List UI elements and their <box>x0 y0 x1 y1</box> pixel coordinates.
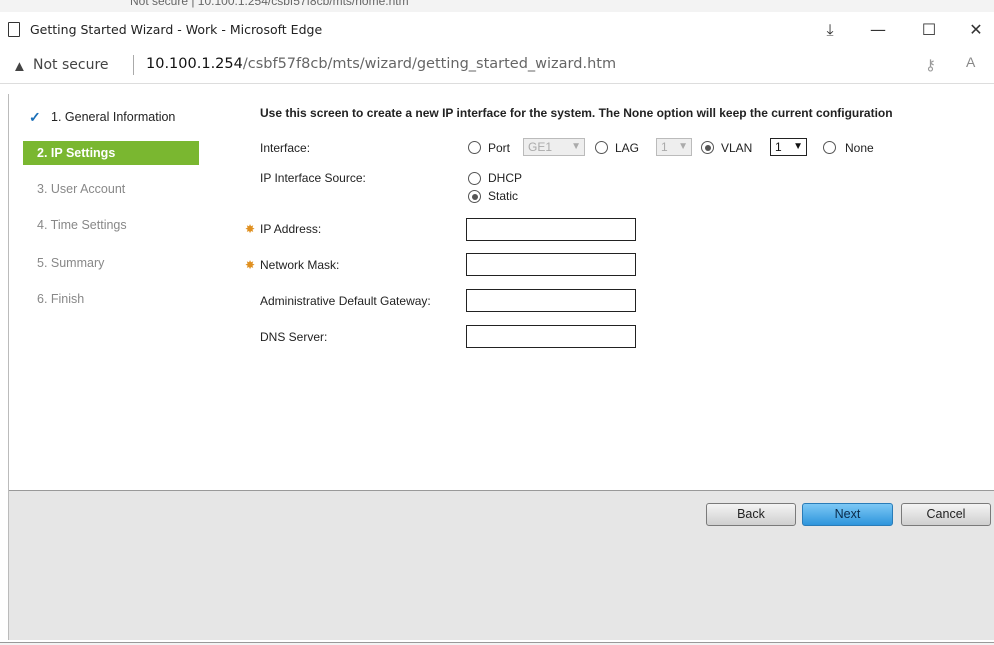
network-mask-input[interactable] <box>466 253 636 276</box>
network-mask-label: Network Mask: <box>260 258 340 272</box>
lag-select-value: 1 <box>661 140 668 154</box>
step-label: 6. Finish <box>37 292 85 306</box>
chevron-down-icon: ▼ <box>793 141 803 152</box>
intro-text: Use this screen to create a new IP inter… <box>260 106 893 120</box>
address-bar: ▲ Not secure 10.100.1.254/csbf57f8cb/mts… <box>0 48 994 84</box>
page-icon <box>8 22 20 37</box>
step-label: 1. General Information <box>51 110 176 124</box>
url-field[interactable]: 10.100.1.254/csbf57f8cb/mts/wizard/getti… <box>146 56 616 72</box>
wizard-steps-sidebar: ✓ 1. General Information 2. IP Settings … <box>9 94 229 490</box>
step-user-account: 3. User Account <box>23 177 199 201</box>
chevron-down-icon: ▼ <box>571 141 581 152</box>
chevron-down-icon: ▼ <box>678 141 688 152</box>
interface-label: Interface: <box>260 141 311 155</box>
step-label: 5. Summary <box>37 256 105 270</box>
ip-address-label: IP Address: <box>260 222 322 236</box>
port-select-value: GE1 <box>528 140 553 154</box>
url-path: /csbf57f8cb/mts/wizard/getting_started_w… <box>242 56 617 72</box>
download-icon[interactable]: ⤓ <box>816 20 844 42</box>
static-label: Static <box>488 189 519 203</box>
source-label: IP Interface Source: <box>260 171 366 185</box>
window-title-bar: Getting Started Wizard - Work - Microsof… <box>0 12 994 48</box>
key-icon[interactable]: ⚷ <box>925 56 936 74</box>
background-tab-strip: Not secure | 10.100.1.254/csbf57f8cb/mts… <box>0 0 994 12</box>
not-secure-label[interactable]: Not secure <box>33 57 109 73</box>
step-time-settings: 4. Time Settings <box>23 213 199 237</box>
page-content: ✓ 1. General Information 2. IP Settings … <box>0 84 994 645</box>
ip-address-input[interactable] <box>466 218 636 241</box>
step-summary: 5. Summary <box>23 251 199 275</box>
vlan-label: VLAN <box>721 141 753 155</box>
next-button[interactable]: Next <box>802 503 893 526</box>
step-ip-settings[interactable]: 2. IP Settings <box>23 141 199 165</box>
dns-server-input[interactable] <box>466 325 636 348</box>
vlan-radio[interactable] <box>701 141 714 154</box>
port-label: Port <box>488 141 511 155</box>
lag-radio[interactable] <box>595 141 608 154</box>
lag-label: LAG <box>615 141 640 155</box>
close-button[interactable]: ✕ <box>962 20 990 42</box>
none-label: None <box>845 141 874 155</box>
lag-select: 1 ▼ <box>656 138 692 156</box>
static-radio[interactable] <box>468 190 481 203</box>
none-radio[interactable] <box>823 141 836 154</box>
minimize-button[interactable]: — <box>864 20 892 42</box>
checkmark-icon: ✓ <box>29 109 41 125</box>
step-finish: 6. Finish <box>23 287 199 311</box>
cancel-button[interactable]: Cancel <box>901 503 991 526</box>
read-aloud-icon[interactable]: A <box>966 54 975 70</box>
required-icon: ✸ <box>245 258 256 272</box>
window-title: Getting Started Wizard - Work - Microsof… <box>30 22 323 37</box>
address-separator <box>133 55 134 75</box>
port-select: GE1 ▼ <box>523 138 585 156</box>
step-label: 4. Time Settings <box>37 218 127 232</box>
vlan-select-value: 1 <box>775 140 782 154</box>
step-label: 2. IP Settings <box>37 146 116 160</box>
wizard-panel: ✓ 1. General Information 2. IP Settings … <box>8 94 994 640</box>
background-tab-text: Not secure | 10.100.1.254/csbf57f8cb/mts… <box>130 0 409 8</box>
step-label: 3. User Account <box>37 182 126 196</box>
url-host: 10.100.1.254 <box>146 56 243 72</box>
gateway-input[interactable] <box>466 289 636 312</box>
warning-icon[interactable]: ▲ <box>12 58 27 75</box>
port-radio[interactable] <box>468 141 481 154</box>
vlan-select[interactable]: 1 ▼ <box>770 138 807 156</box>
dhcp-radio[interactable] <box>468 172 481 185</box>
required-icon: ✸ <box>245 222 256 236</box>
wizard-footer: Back Next Cancel <box>9 490 994 640</box>
back-button[interactable]: Back <box>706 503 796 526</box>
step-general-information[interactable]: ✓ 1. General Information <box>23 105 199 129</box>
dns-label: DNS Server: <box>260 330 328 344</box>
dhcp-label: DHCP <box>488 171 523 185</box>
maximize-button[interactable]: ☐ <box>915 20 943 42</box>
gateway-label: Administrative Default Gateway: <box>260 294 431 308</box>
